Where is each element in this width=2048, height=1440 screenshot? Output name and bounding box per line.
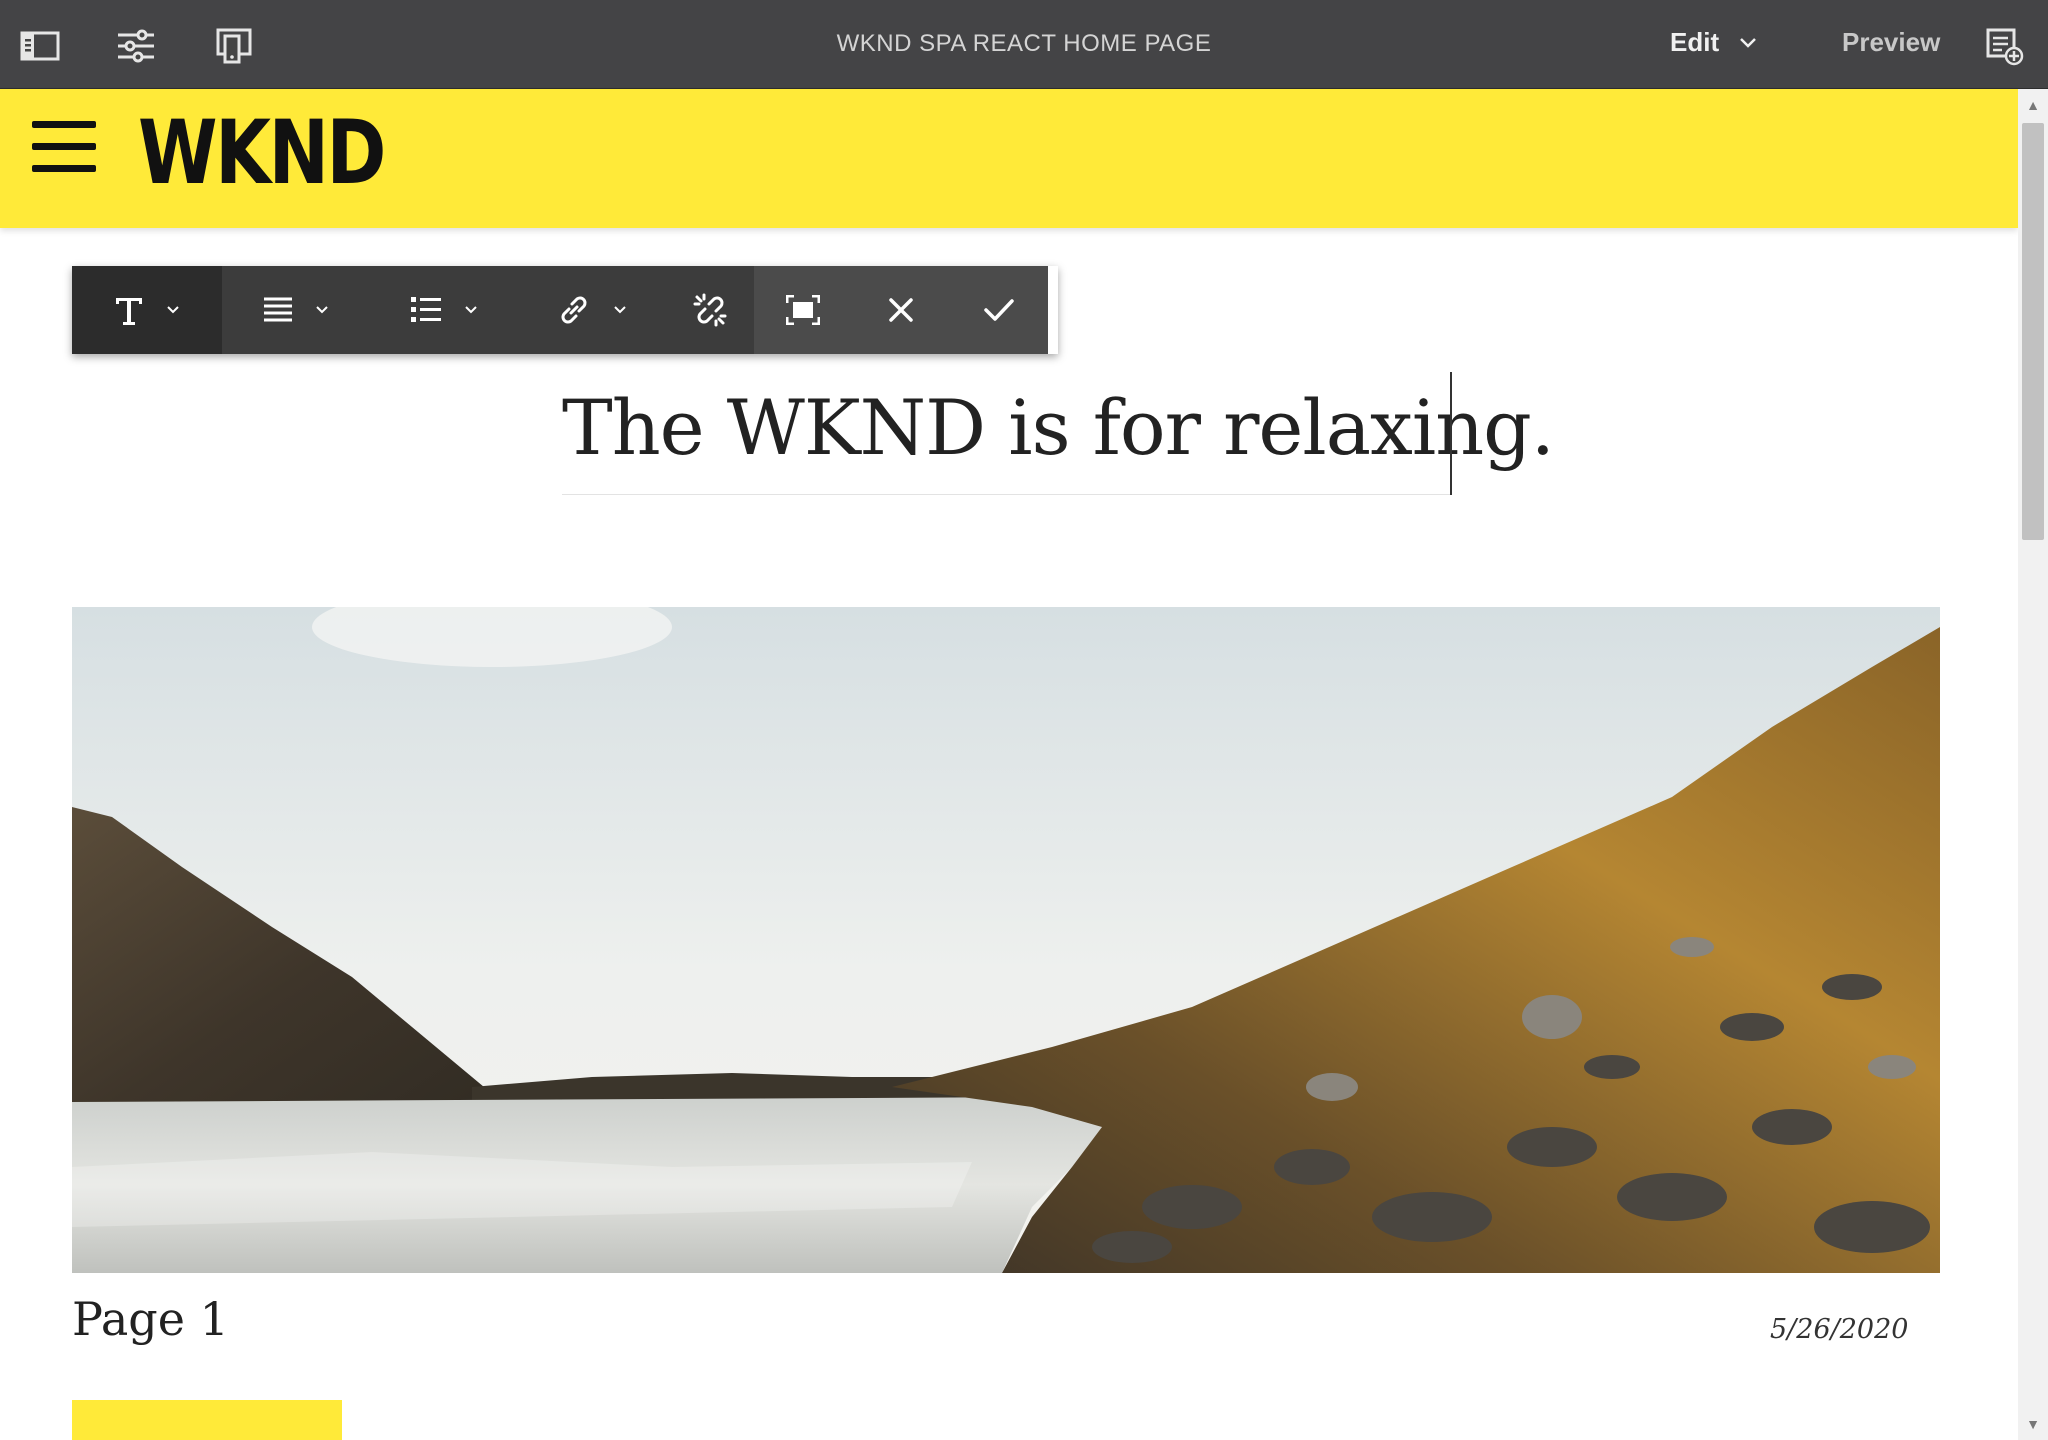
mode-selector[interactable]: Edit	[1670, 27, 1757, 58]
landscape-image	[72, 607, 1940, 1273]
chevron-down-icon	[614, 306, 626, 314]
link-icon	[561, 296, 587, 324]
link-button[interactable]	[518, 266, 666, 354]
annotations-icon[interactable]	[1982, 24, 2026, 68]
fullscreen-button[interactable]	[754, 266, 852, 354]
chevron-down-icon	[316, 306, 328, 314]
unlink-button[interactable]	[666, 266, 754, 354]
fullscreen-icon	[786, 295, 820, 325]
scroll-up-icon[interactable]: ▲	[2018, 97, 2048, 113]
unlink-icon	[693, 293, 727, 327]
site-header: WKND	[0, 89, 2018, 228]
cancel-icon	[889, 298, 913, 322]
title-component[interactable]: The WKND is for relaxing.	[562, 372, 1555, 495]
chevron-down-icon	[1740, 37, 1756, 48]
site-logo[interactable]: WKND	[138, 109, 386, 197]
format-icon	[116, 298, 142, 325]
list-icon	[411, 297, 441, 322]
editor-toolbar: WKND SPA REACT HOME PAGE Edit Preview	[0, 0, 2048, 89]
chevron-down-icon	[167, 306, 179, 314]
card-date: 5/26/2020	[1770, 1314, 1909, 1345]
card-accent-block	[72, 1400, 342, 1440]
list-button[interactable]	[370, 266, 518, 354]
save-button[interactable]	[950, 266, 1048, 354]
page-scrollbar[interactable]: ▲ ▼	[2018, 89, 2048, 1440]
justify-icon	[264, 297, 292, 322]
save-icon	[984, 299, 1014, 321]
scroll-thumb[interactable]	[2022, 123, 2044, 540]
mode-label: Edit	[1670, 27, 1720, 57]
justify-button[interactable]	[222, 266, 370, 354]
hamburger-menu-icon[interactable]	[32, 121, 96, 173]
page-heading[interactable]: The WKND is for relaxing.	[562, 390, 1555, 466]
rich-text-toolbar	[72, 266, 1058, 354]
scroll-down-icon[interactable]: ▼	[2018, 1416, 2048, 1432]
preview-button[interactable]: Preview	[1842, 27, 1940, 58]
format-button[interactable]	[72, 266, 222, 354]
card-title[interactable]: Page 1	[72, 1292, 229, 1346]
hero-image[interactable]	[72, 607, 1940, 1273]
cancel-button[interactable]	[852, 266, 950, 354]
text-caret	[1450, 372, 1452, 495]
chevron-down-icon	[465, 306, 477, 314]
